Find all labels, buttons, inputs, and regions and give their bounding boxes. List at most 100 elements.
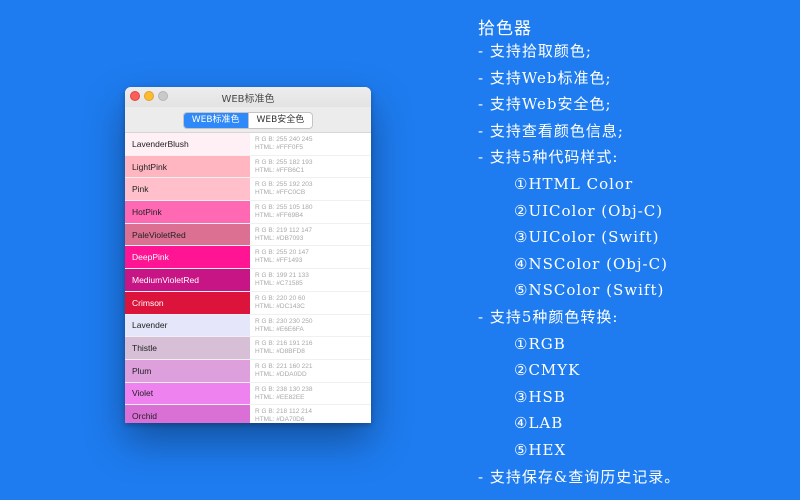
color-swatch[interactable]: LavenderBlush: [125, 133, 250, 155]
color-rgb-value: R G B: 255 182 193: [255, 158, 313, 166]
color-swatch[interactable]: Pink: [125, 178, 250, 201]
color-info: R G B: 230 230 250 HTML: #E6E6FA: [250, 315, 371, 337]
tab-web-safe-colors[interactable]: WEB安全色: [247, 112, 313, 128]
color-info: R G B: 220 20 60 HTML: #DC143C: [250, 292, 371, 314]
color-rgb-value: R G B: 219 112 147: [255, 226, 312, 234]
color-info: R G B: 255 182 193 HTML: #FFB6C1: [250, 156, 371, 178]
color-swatch[interactable]: PaleVioletRed: [125, 223, 250, 246]
color-row[interactable]: LightPink R G B: 255 182 193 HTML: #FFB6C1: [125, 155, 371, 179]
color-name: Violet: [132, 388, 154, 399]
feature-sub-item: ⑤NSColor (Swift): [514, 281, 665, 300]
color-row[interactable]: DeepPink R G B: 255 20 147 HTML: #FF1493: [125, 246, 371, 270]
color-swatch[interactable]: Lavender: [125, 314, 250, 337]
color-info: R G B: 255 105 180 HTML: #FF69B4: [250, 201, 371, 223]
color-rgb-value: R G B: 220 20 60: [255, 294, 306, 302]
title-bar[interactable]: WEB标准色: [125, 87, 371, 107]
feature-sub-item: ④LAB: [514, 414, 564, 433]
feature-item: - 支持查看颜色信息;: [478, 121, 624, 140]
color-name: MediumVioletRed: [132, 274, 199, 285]
feature-item: - 支持5种颜色转换:: [478, 307, 619, 326]
feature-item: - 支持保存&查询历史记录。: [478, 467, 681, 486]
feature-sub-item: ②CMYK: [514, 361, 581, 380]
feature-item: - 支持拾取颜色;: [478, 42, 592, 60]
feature-sub-item: ①HTML Color: [514, 174, 634, 193]
color-html-value: HTML: #FFB6C1: [255, 166, 305, 174]
feature-item: - 支持Web安全色;: [478, 95, 612, 114]
color-name: Plum: [132, 365, 152, 376]
color-swatch[interactable]: Violet: [125, 382, 250, 405]
feature-list: - 支持拾取颜色; - 支持Web标准色; - 支持Web安全色; - 支持查看颜色信…: [478, 38, 798, 490]
feature-sub-item: ⑤HEX: [514, 440, 567, 459]
feature-description: 拾色器 - 支持拾取颜色; - 支持Web标准色; - 支持Web安全色; - 支持查…: [478, 14, 798, 490]
color-name: LavenderBlush: [132, 138, 189, 149]
color-rgb-value: R G B: 221 160 221: [255, 362, 313, 370]
color-name: DeepPink: [132, 252, 169, 263]
tab-web-standard-colors[interactable]: WEB标准色: [183, 112, 248, 128]
color-html-value: HTML: #FF1493: [255, 257, 303, 265]
color-row[interactable]: Pink R G B: 255 192 203 HTML: #FFC0CB: [125, 178, 371, 202]
color-info: R G B: 216 191 216 HTML: #D8BFD8: [250, 337, 371, 359]
color-info: R G B: 199 21 133 HTML: #C71585: [250, 269, 371, 291]
feature-item: - 支持Web标准色;: [478, 68, 612, 87]
color-row[interactable]: Thistle R G B: 216 191 216 HTML: #D8BFD8: [125, 337, 371, 360]
color-info: R G B: 255 20 147 HTML: #FF1493: [250, 246, 371, 268]
color-info: R G B: 238 130 238 HTML: #EE82EE: [250, 383, 371, 405]
color-row[interactable]: Crimson R G B: 220 20 60 HTML: #DC143C: [125, 291, 371, 315]
feature-sub-item: ③HSB: [514, 387, 566, 406]
color-html-value: HTML: #DB7093: [255, 234, 304, 242]
feature-sub-item: ③UIColor (Swift): [514, 228, 660, 247]
color-row[interactable]: Lavender R G B: 230 230 250 HTML: #E6E6FA: [125, 314, 371, 338]
color-swatch[interactable]: Thistle: [125, 337, 250, 359]
color-info: R G B: 218 112 214 HTML: #DA70D6: [250, 405, 371, 423]
color-name: Orchid: [132, 411, 158, 422]
color-list[interactable]: LavenderBlush R G B: 255 240 245 HTML: #FF…: [125, 132, 371, 423]
color-name: Lavender: [132, 320, 168, 331]
color-html-value: HTML: #C71585: [255, 280, 303, 288]
color-swatch[interactable]: DeepPink: [125, 246, 250, 269]
color-name: Thistle: [132, 343, 158, 354]
color-name: HotPink: [132, 206, 162, 217]
color-html-value: HTML: #DA70D6: [255, 416, 305, 423]
color-rgb-value: R G B: 216 191 216: [255, 340, 313, 348]
color-row[interactable]: PaleVioletRed R G B: 219 112 147 HTML: #DB…: [125, 223, 371, 247]
color-name: LightPink: [132, 161, 167, 172]
feature-sub-item: ④NSColor (Obj-C): [514, 254, 668, 273]
window-title: WEB标准色: [221, 94, 275, 105]
color-row[interactable]: LavenderBlush R G B: 255 240 245 HTML: #FF…: [125, 133, 371, 156]
color-picker-window: WEB标准色 WEB标准色 WEB安全色 LavenderBlush R G B:…: [125, 87, 371, 423]
color-row[interactable]: Plum R G B: 221 160 221 HTML: #DDA0DD: [125, 359, 371, 383]
color-swatch[interactable]: LightPink: [125, 155, 250, 178]
color-info: R G B: 221 160 221 HTML: #DDA0DD: [250, 360, 371, 382]
color-html-value: HTML: #DC143C: [255, 302, 305, 310]
color-info: R G B: 255 192 203 HTML: #FFC0CB: [250, 178, 371, 200]
color-swatch[interactable]: Plum: [125, 359, 250, 382]
color-name: Crimson: [132, 297, 164, 308]
color-rgb-value: R G B: 238 130 238: [255, 385, 313, 393]
palette-segmented-control: WEB标准色 WEB安全色: [182, 111, 314, 129]
color-row[interactable]: Orchid R G B: 218 112 214 HTML: #DA70D6: [125, 405, 371, 423]
color-name: Pink: [132, 184, 149, 195]
color-html-value: HTML: #EE82EE: [255, 393, 305, 401]
color-row[interactable]: MediumVioletRed R G B: 199 21 133 HTML: #C…: [125, 269, 371, 292]
color-swatch[interactable]: Orchid: [125, 405, 250, 423]
color-html-value: HTML: #FFF0F5: [255, 144, 304, 151]
feature-title: 拾色器: [478, 19, 532, 39]
color-row[interactable]: Violet R G B: 238 130 238 HTML: #EE82EE: [125, 382, 371, 406]
color-swatch[interactable]: HotPink: [125, 201, 250, 223]
color-swatch[interactable]: Crimson: [125, 291, 250, 314]
color-rgb-value: R G B: 199 21 133: [255, 272, 309, 280]
color-html-value: HTML: #D8BFD8: [255, 348, 305, 356]
color-swatch[interactable]: MediumVioletRed: [125, 269, 250, 291]
color-html-value: HTML: #DDA0DD: [255, 370, 307, 378]
color-info: R G B: 219 112 147 HTML: #DB7093: [250, 224, 371, 246]
toolbar: WEB标准色 WEB安全色: [125, 107, 371, 131]
color-rgb-value: R G B: 255 20 147: [255, 249, 309, 257]
color-rgb-value: R G B: 255 192 203: [255, 181, 313, 189]
feature-sub-item: ①RGB: [514, 334, 566, 353]
color-row[interactable]: HotPink R G B: 255 105 180 HTML: #FF69B4: [125, 201, 371, 224]
color-rgb-value: R G B: 255 105 180: [255, 204, 313, 212]
color-rgb-value: R G B: 230 230 250: [255, 317, 313, 325]
color-rgb-value: R G B: 218 112 214: [255, 408, 312, 416]
color-html-value: HTML: #FF69B4: [255, 212, 304, 220]
feature-sub-item: ②UIColor (Obj-C): [514, 201, 664, 220]
